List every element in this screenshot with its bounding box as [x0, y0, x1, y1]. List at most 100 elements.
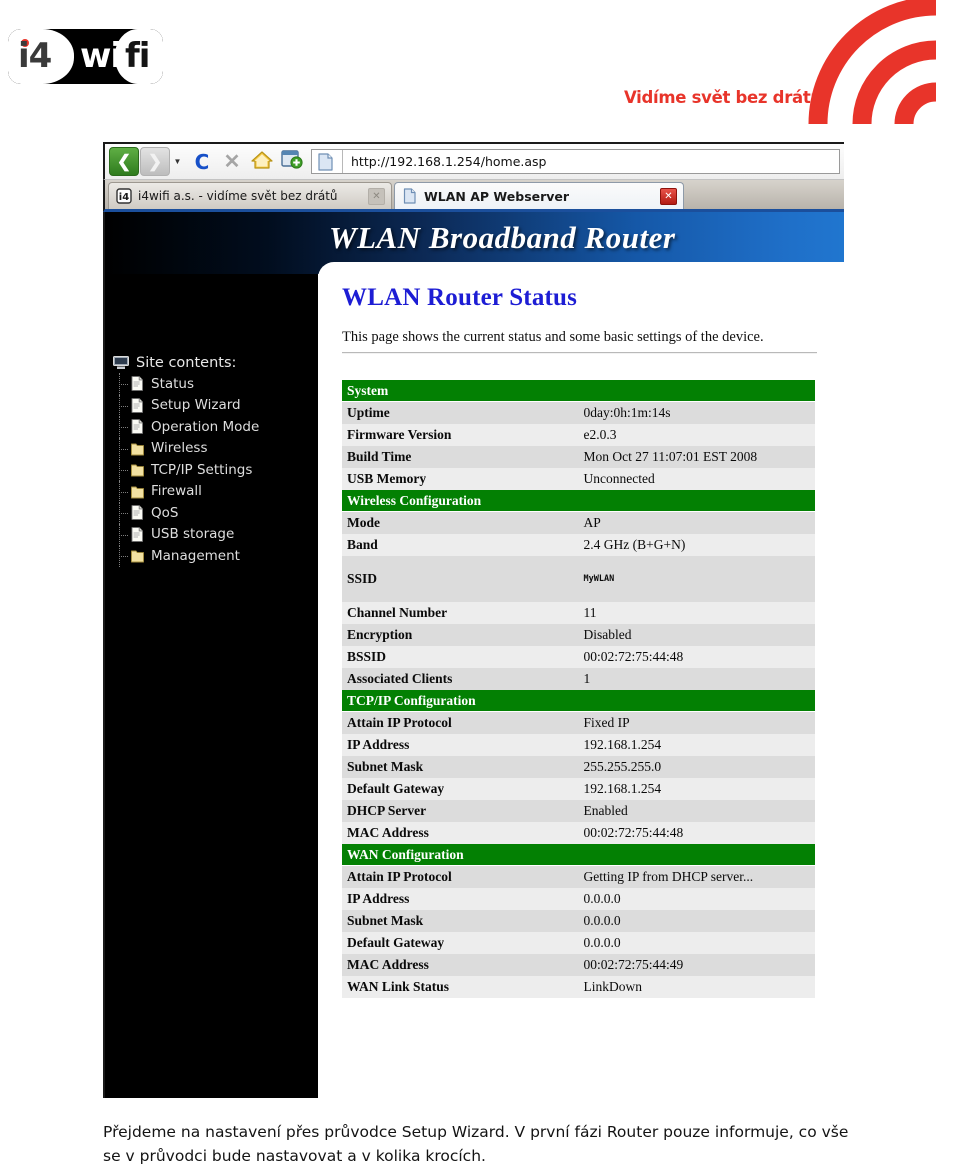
status-row-label: MAC Address [342, 954, 579, 976]
logo-text-i4: i4 [18, 36, 52, 76]
chevron-down-icon[interactable]: ▼ [171, 148, 184, 175]
status-row-value: 00:02:72:75:44:49 [578, 954, 815, 976]
router-banner-title: WLAN Broadband Router [329, 220, 676, 255]
tab-close-button[interactable]: ✕ [368, 187, 385, 205]
sidebar-item-setup-wizard[interactable]: Setup Wizard [119, 394, 318, 416]
browser-window: ❮ ❯ ▼ C ✕ http://192.168.1.254/home.asp … [103, 142, 844, 1098]
sidebar-item-usb-storage[interactable]: USB storage [119, 523, 318, 545]
svg-text:i4: i4 [119, 192, 129, 203]
status-row-value: Disabled [578, 624, 815, 646]
table-row: Uptime 0day:0h:1m:14s [342, 401, 815, 424]
status-row-label: DHCP Server [342, 800, 579, 822]
status-row-value: Enabled [578, 800, 815, 822]
url-bar[interactable]: http://192.168.1.254/home.asp [311, 149, 840, 174]
back-button[interactable]: ❮ [109, 147, 139, 176]
status-row-label: Mode [342, 511, 579, 534]
status-row-value: 192.168.1.254 [578, 734, 815, 756]
tab-label: WLAN AP Webserver [424, 188, 570, 204]
status-row-label: Attain IP Protocol [342, 711, 579, 734]
tab-wlan-ap-webserver[interactable]: WLAN AP Webserver ✕ [394, 182, 684, 209]
sidebar-item-qos[interactable]: QoS [119, 502, 318, 524]
table-row: IP Address 192.168.1.254 [342, 734, 815, 756]
sidebar-item-label: Management [151, 547, 240, 564]
status-row-value: 0.0.0.0 [578, 910, 815, 932]
site-contents-root: Site contents: [113, 352, 318, 373]
sidebar-item-status[interactable]: Status [119, 373, 318, 395]
forward-button[interactable]: ❯ [140, 147, 170, 176]
sidebar-item-firewall[interactable]: Firewall [119, 480, 318, 502]
sidebar-item-wireless[interactable]: Wireless [119, 437, 318, 459]
tab-close-button[interactable]: ✕ [660, 187, 677, 205]
folder-icon [131, 550, 144, 563]
status-row-value: 0.0.0.0 [578, 932, 815, 954]
status-row-label: Subnet Mask [342, 756, 579, 778]
url-bar-divider [342, 150, 343, 173]
page-icon [318, 152, 333, 171]
sidebar-item-label: Operation Mode [151, 418, 260, 435]
sidebar-item-label: Status [151, 375, 195, 392]
status-section-title: Wireless Configuration [342, 490, 815, 512]
reload-button[interactable]: C [190, 150, 214, 174]
status-row-value: Fixed IP [578, 711, 815, 734]
status-section-header: WAN Configuration [342, 844, 815, 866]
table-row: Attain IP Protocol Getting IP from DHCP s… [342, 865, 815, 888]
table-row: Mode AP [342, 511, 815, 534]
add-bookmark-button[interactable] [281, 149, 305, 174]
table-row: MAC Address 00:02:72:75:44:48 [342, 822, 815, 844]
status-row-label: Encryption [342, 624, 579, 646]
sidebar-item-list: Status Setup Wizard Operation Mode Wireless… [111, 373, 318, 567]
brand-header: i4 wi fi Vidíme svět bez drátů. [0, 0, 960, 140]
i4wifi-favicon: i4 [116, 188, 132, 204]
folder-icon [131, 443, 144, 456]
page-title: WLAN Router Status [342, 284, 578, 311]
table-row: Encryption Disabled [342, 624, 815, 646]
status-row-label: Attain IP Protocol [342, 865, 579, 888]
sidebar-item-label: TCP/IP Settings [151, 461, 253, 478]
sidebar-item-label: USB storage [151, 526, 235, 543]
sidebar-item-label: Firewall [151, 483, 202, 500]
table-row: Subnet Mask 255.255.255.0 [342, 756, 815, 778]
status-row-label: BSSID [342, 646, 579, 668]
status-row-label: IP Address [342, 888, 579, 910]
table-row: WAN Link Status LinkDown [342, 976, 815, 998]
table-row: DHCP Server Enabled [342, 800, 815, 822]
home-button[interactable] [250, 149, 274, 175]
monitor-icon [113, 355, 129, 369]
router-web-page: WLAN Broadband Router Site contents: Sta… [103, 212, 844, 1098]
status-row-value: Getting IP from DHCP server... [578, 865, 815, 888]
status-row-label: MAC Address [342, 822, 579, 844]
brand-tagline: Vidíme svět bez drátů. [624, 88, 828, 107]
table-row: Channel Number 11 [342, 602, 815, 624]
status-row-value: MyWLAN [578, 556, 815, 602]
status-row-value: 0day:0h:1m:14s [578, 401, 815, 424]
tab-i4wifi[interactable]: i4 i4wifi a.s. - vidíme svět bez drátů ✕ [108, 182, 392, 209]
sidebar-item-operation-mode[interactable]: Operation Mode [119, 416, 318, 438]
table-row: Subnet Mask 0.0.0.0 [342, 910, 815, 932]
wifi-wave-icon [808, 0, 937, 124]
page-icon [131, 419, 143, 435]
status-row-label: Firmware Version [342, 424, 579, 446]
back-arrow-icon: ❮ [116, 152, 132, 171]
router-status-table: System Uptime 0day:0h:1m:14s Firmware Versi… [342, 380, 815, 998]
status-row-label: USB Memory [342, 468, 579, 490]
status-row-value: 2.4 GHz (B+G+N) [578, 534, 815, 556]
content-divider [342, 352, 817, 354]
status-row-value: 192.168.1.254 [578, 778, 815, 800]
table-row: BSSID 00:02:72:75:44:48 [342, 646, 815, 668]
table-row: Firmware Version e2.0.3 [342, 424, 815, 446]
caption-text: Přejdeme na nastavení přes průvodce Setu… [103, 1123, 849, 1166]
stop-button[interactable]: ✕ [221, 149, 243, 174]
status-row-label: WAN Link Status [342, 976, 579, 998]
status-row-label: IP Address [342, 734, 579, 756]
sidebar-item-label: Wireless [151, 440, 208, 457]
tab-label: i4wifi a.s. - vidíme svět bez drátů [138, 189, 338, 203]
status-row-label: Default Gateway [342, 778, 579, 800]
add-bookmark-icon [281, 150, 303, 169]
status-row-value: 255.255.255.0 [578, 756, 815, 778]
status-row-label: Subnet Mask [342, 910, 579, 932]
sidebar-item-management[interactable]: Management [119, 545, 318, 567]
url-input[interactable]: http://192.168.1.254/home.asp [351, 154, 546, 169]
forward-arrow-icon: ❯ [147, 152, 163, 171]
sidebar-item-tcp-ip-settings[interactable]: TCP/IP Settings [119, 459, 318, 481]
table-row: Associated Clients 1 [342, 668, 815, 690]
